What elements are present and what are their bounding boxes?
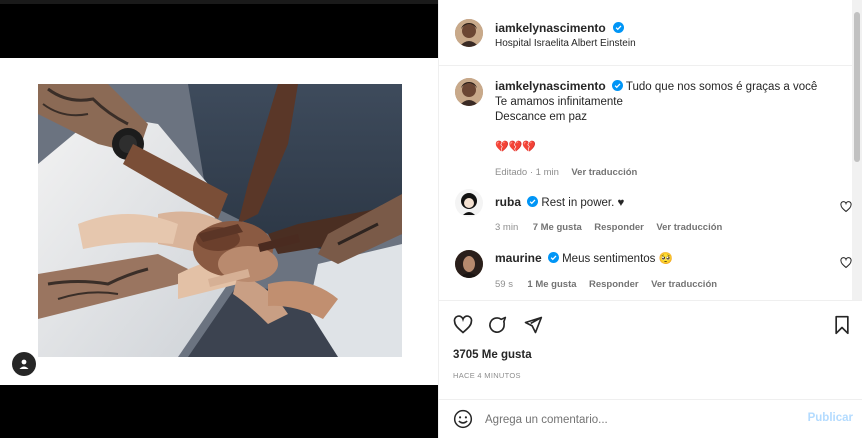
user-icon: [19, 359, 29, 369]
media-top-strip: [0, 0, 438, 4]
emoji-icon[interactable]: [453, 409, 473, 429]
avatar-image: [455, 250, 483, 278]
save-bookmark-icon[interactable]: [833, 315, 851, 335]
comment-text: Rest in power. ♥: [541, 197, 625, 209]
add-comment-bar: Publicar: [439, 399, 862, 438]
comments-scrollbar[interactable]: [852, 0, 862, 300]
like-heart-icon[interactable]: [453, 315, 473, 335]
share-paper-plane-icon[interactable]: [523, 315, 543, 335]
comment-time: 3 min: [495, 222, 519, 233]
post-time-ago[interactable]: HACE 4 MINUTOS: [453, 371, 521, 380]
post-side-panel: iamkelynascimento Hospital Israelita Alb…: [438, 0, 862, 438]
scrollbar-thumb[interactable]: [854, 12, 860, 162]
comment-likes[interactable]: 1 Me gusta: [527, 279, 576, 290]
avatar-image: [455, 19, 483, 47]
caption-username[interactable]: iamkelynascimento: [495, 79, 606, 93]
comment-bubble-icon[interactable]: [487, 315, 507, 335]
hands-photo-illustration: [38, 84, 402, 357]
comment-reply-button[interactable]: Responder: [589, 279, 639, 290]
comment-likes[interactable]: 7 Me gusta: [533, 222, 582, 233]
comment-reply-button[interactable]: Responder: [594, 222, 644, 233]
post-header: iamkelynascimento Hospital Israelita Alb…: [439, 0, 862, 66]
like-comment-heart-icon[interactable]: [840, 201, 852, 213]
caption-translate-link[interactable]: Ver traducción: [571, 167, 637, 178]
like-comment-heart-icon[interactable]: [840, 257, 852, 269]
tagged-users-button[interactable]: [12, 352, 36, 376]
verified-badge-icon: [611, 80, 623, 91]
likes-count[interactable]: 3705 Me gusta: [453, 349, 532, 361]
comment-username[interactable]: ruba: [495, 195, 521, 209]
caption-emojis: 💔💔💔: [495, 141, 537, 153]
verified-badge-icon: [613, 22, 625, 33]
author-username[interactable]: iamkelynascimento: [495, 21, 606, 35]
post-location[interactable]: Hospital Israelita Albert Einstein: [495, 38, 636, 49]
publish-button[interactable]: Publicar: [808, 412, 853, 424]
author-avatar[interactable]: [455, 19, 483, 47]
comment-avatar[interactable]: [455, 250, 483, 278]
post-photo[interactable]: [38, 84, 402, 357]
post-actions: 3705 Me gusta HACE 4 MINUTOS Publicar: [439, 300, 862, 438]
caption-line-3: Descance em paz: [495, 111, 588, 123]
post-media: [0, 0, 438, 438]
comment-text: Meus sentimentos 🥺: [562, 253, 673, 265]
avatar-image: [455, 189, 483, 217]
caption-avatar[interactable]: [455, 78, 483, 106]
caption-line-2: Te amamos infinitamente: [495, 96, 623, 108]
caption-line-1: Tudo que nos somos é graças a você: [625, 81, 818, 93]
comment-username[interactable]: maurine: [495, 251, 542, 265]
comment-time: 59 s: [495, 279, 513, 290]
verified-badge-icon: [527, 196, 539, 207]
caption-edited: Editado · 1 min: [495, 167, 559, 178]
avatar-image: [455, 78, 483, 106]
comment-translate-link[interactable]: Ver traducción: [656, 222, 722, 233]
comment-avatar[interactable]: [455, 189, 483, 217]
comment-input[interactable]: [485, 411, 785, 429]
comment-translate-link[interactable]: Ver traducción: [651, 279, 717, 290]
verified-badge-icon: [547, 252, 559, 263]
